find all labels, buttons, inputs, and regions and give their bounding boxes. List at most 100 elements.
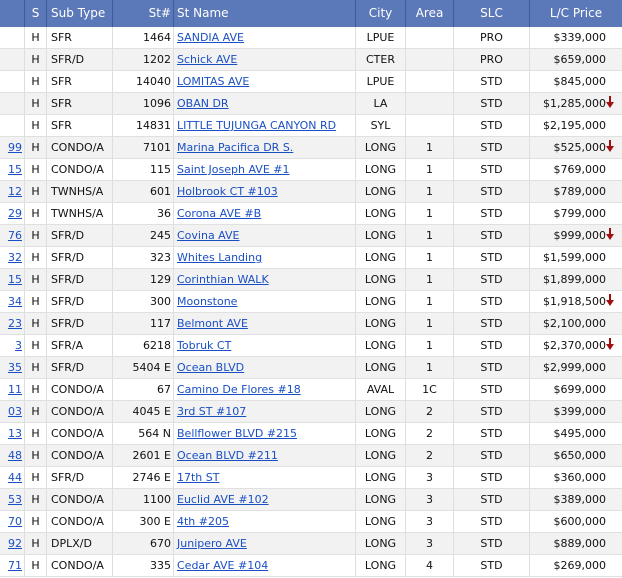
address-link[interactable]: 17th ST: [177, 471, 219, 484]
sub-type-cell: CONDO/A: [47, 379, 113, 400]
listing-ref-link[interactable]: 11: [0, 379, 25, 400]
table-row[interactable]: 13 H CONDO/A 564 N Bellflower BLVD #215 LONG 2…: [0, 423, 622, 445]
address-link[interactable]: Ocean BLVD #211: [177, 449, 278, 462]
table-row[interactable]: 12 H TWNHS/A 601 Holbrook CT #103 LONG 1 STD $78…: [0, 181, 622, 203]
table-row[interactable]: 15 H CONDO/A 115 Saint Joseph AVE #1 LONG 1 STD…: [0, 159, 622, 181]
address-link[interactable]: Corinthian WALK: [177, 273, 269, 286]
table-row[interactable]: 32 H SFR/D 323 Whites Landing LONG 1 STD $1,599,…: [0, 247, 622, 269]
street-number-cell: 300 E: [113, 511, 174, 532]
table-row[interactable]: 11 H CONDO/A 67 Camino De Flores #18 AVAL 1C ST…: [0, 379, 622, 401]
address-link[interactable]: Schick AVE: [177, 53, 237, 66]
table-row[interactable]: 23 H SFR/D 117 Belmont AVE LONG 1 STD $2,100,000: [0, 313, 622, 335]
table-row[interactable]: H SFR 1096 OBAN DR LA STD $1,285,000: [0, 93, 622, 115]
listing-ref-link[interactable]: 15: [0, 159, 25, 180]
listing-ref-link[interactable]: [0, 49, 25, 70]
table-row[interactable]: 99 H CONDO/A 7101 Marina Pacifica DR S. LONG 1…: [0, 137, 622, 159]
listing-ref-link[interactable]: 13: [0, 423, 25, 444]
address-link[interactable]: Cedar AVE #104: [177, 559, 268, 572]
listing-ref-link[interactable]: 03: [0, 401, 25, 422]
listing-ref-link[interactable]: 3: [0, 335, 25, 356]
listing-ref-link[interactable]: 15: [0, 269, 25, 290]
header-st-name[interactable]: St Name: [174, 0, 356, 27]
listing-ref-link[interactable]: 92: [0, 533, 25, 554]
address-link[interactable]: OBAN DR: [177, 97, 229, 110]
price-value: $339,000: [553, 31, 607, 44]
listing-ref-link[interactable]: 76: [0, 225, 25, 246]
street-name-cell: Ocean BLVD: [174, 357, 356, 378]
slc-cell: STD: [454, 115, 530, 136]
listing-ref-link[interactable]: [0, 115, 25, 136]
listing-ref-link[interactable]: [0, 27, 25, 48]
listing-ref-link[interactable]: 29: [0, 203, 25, 224]
address-link[interactable]: Belmont AVE: [177, 317, 248, 330]
table-row[interactable]: 29 H TWNHS/A 36 Corona AVE #B LONG 1 STD $799,00…: [0, 203, 622, 225]
price-cell: $2,195,000: [530, 115, 622, 136]
city-cell: LONG: [356, 533, 406, 554]
listing-ref-link[interactable]: 71: [0, 555, 25, 576]
listing-ref-link[interactable]: [0, 93, 25, 114]
address-link[interactable]: Tobruk CT: [177, 339, 231, 352]
header-slc[interactable]: SLC: [454, 0, 530, 27]
address-link[interactable]: Euclid AVE #102: [177, 493, 269, 506]
street-number-cell: 1464: [113, 27, 174, 48]
status-cell: H: [25, 313, 47, 334]
table-row[interactable]: 48 H CONDO/A 2601 E Ocean BLVD #211 LONG 2 STD $…: [0, 445, 622, 467]
address-link[interactable]: Moonstone: [177, 295, 237, 308]
address-link[interactable]: Marina Pacifica DR S.: [177, 141, 293, 154]
address-link[interactable]: 3rd ST #107: [177, 405, 246, 418]
table-row[interactable]: 35 H SFR/D 5404 E Ocean BLVD LONG 1 STD $2,999,0…: [0, 357, 622, 379]
listing-ref-link[interactable]: 48: [0, 445, 25, 466]
listing-ref-link[interactable]: 23: [0, 313, 25, 334]
address-link[interactable]: Corona AVE #B: [177, 207, 261, 220]
table-row[interactable]: 3 H SFR/A 6218 Tobruk CT LONG 1 STD $2,370,000: [0, 335, 622, 357]
listing-ref-link[interactable]: 32: [0, 247, 25, 268]
table-row[interactable]: H SFR/D 1202 Schick AVE CTER PRO $659,000: [0, 49, 622, 71]
table-row[interactable]: 34 H SFR/D 300 Moonstone LONG 1 STD $1,918,500: [0, 291, 622, 313]
table-row[interactable]: 53 H CONDO/A 1100 Euclid AVE #102 LONG 3 STD $38…: [0, 489, 622, 511]
price-value: $2,100,000: [543, 317, 606, 330]
header-s[interactable]: S: [25, 0, 47, 27]
address-link[interactable]: 4th #205: [177, 515, 229, 528]
listing-ref-link[interactable]: 34: [0, 291, 25, 312]
listing-ref-link[interactable]: 12: [0, 181, 25, 202]
listing-ref-link[interactable]: 99: [0, 137, 25, 158]
header-lc-price[interactable]: L/C Price: [530, 0, 622, 27]
table-row[interactable]: H SFR 14831 LITTLE TUJUNGA CANYON RD SYL STD $…: [0, 115, 622, 137]
street-number-cell: 300: [113, 291, 174, 312]
area-cell: 1: [406, 313, 454, 334]
address-link[interactable]: LOMITAS AVE: [177, 75, 249, 88]
area-cell: 1: [406, 203, 454, 224]
header-st-no[interactable]: St#: [113, 0, 174, 27]
address-link[interactable]: LITTLE TUJUNGA CANYON RD: [177, 119, 336, 132]
address-link[interactable]: Whites Landing: [177, 251, 262, 264]
table-row[interactable]: 76 H SFR/D 245 Covina AVE LONG 1 STD $999,000: [0, 225, 622, 247]
address-link[interactable]: SANDIA AVE: [177, 31, 244, 44]
table-row[interactable]: 03 H CONDO/A 4045 E 3rd ST #107 LONG 2 STD $399,…: [0, 401, 622, 423]
header-area[interactable]: Area: [406, 0, 454, 27]
table-row[interactable]: 70 H CONDO/A 300 E 4th #205 LONG 3 STD $600,000: [0, 511, 622, 533]
listing-ref-link[interactable]: 44: [0, 467, 25, 488]
address-link[interactable]: Holbrook CT #103: [177, 185, 278, 198]
address-link[interactable]: Junipero AVE: [177, 537, 247, 550]
header-city[interactable]: City: [356, 0, 406, 27]
sub-type-cell: CONDO/A: [47, 511, 113, 532]
table-row[interactable]: 71 H CONDO/A 335 Cedar AVE #104 LONG 4 STD $269,…: [0, 555, 622, 577]
table-row[interactable]: H SFR 14040 LOMITAS AVE LPUE STD $845,000: [0, 71, 622, 93]
header-sub-type[interactable]: Sub Type: [47, 0, 113, 27]
table-row[interactable]: 92 H DPLX/D 670 Junipero AVE LONG 3 STD $889,000: [0, 533, 622, 555]
city-cell: LONG: [356, 291, 406, 312]
listing-ref-link[interactable]: [0, 71, 25, 92]
address-link[interactable]: Ocean BLVD: [177, 361, 244, 374]
street-number-cell: 323: [113, 247, 174, 268]
listing-ref-link[interactable]: 35: [0, 357, 25, 378]
address-link[interactable]: Covina AVE: [177, 229, 239, 242]
listing-ref-link[interactable]: 53: [0, 489, 25, 510]
table-row[interactable]: 15 H SFR/D 129 Corinthian WALK LONG 1 STD $1,899…: [0, 269, 622, 291]
listing-ref-link[interactable]: 70: [0, 511, 25, 532]
table-row[interactable]: H SFR 1464 SANDIA AVE LPUE PRO $339,000: [0, 27, 622, 49]
address-link[interactable]: Camino De Flores #18: [177, 383, 301, 396]
street-name-cell: Covina AVE: [174, 225, 356, 246]
address-link[interactable]: Saint Joseph AVE #1: [177, 163, 290, 176]
table-row[interactable]: 44 H SFR/D 2746 E 17th ST LONG 3 STD $360,000: [0, 467, 622, 489]
address-link[interactable]: Bellflower BLVD #215: [177, 427, 297, 440]
